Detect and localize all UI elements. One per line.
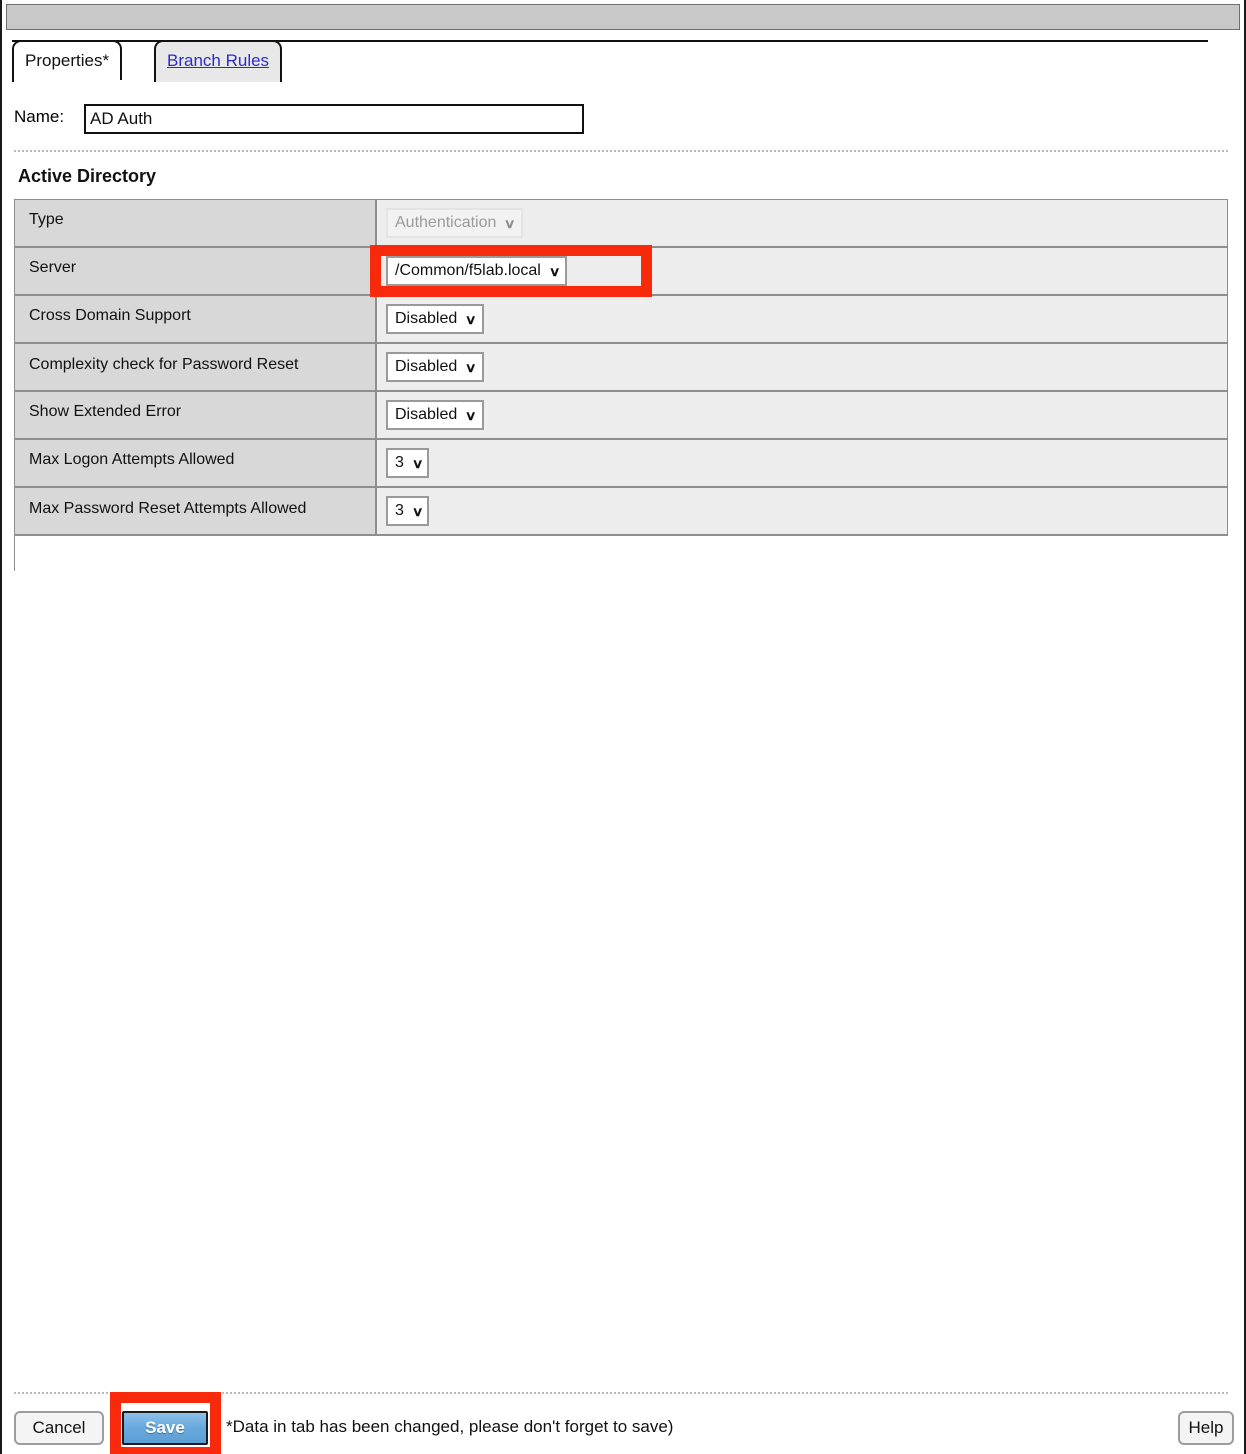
- row-value: Disabled ∨: [377, 296, 1228, 342]
- name-input[interactable]: [84, 104, 584, 134]
- table-row: Show Extended Error Disabled ∨: [15, 392, 1228, 440]
- table-row: Max Password Reset Attempts Allowed 3 ∨: [15, 488, 1228, 536]
- tabstrip: Properties* Branch Rules: [2, 40, 1244, 82]
- tab-branch-rules[interactable]: Branch Rules: [154, 40, 283, 82]
- max-password-reset-attempts-select[interactable]: 3 ∨: [386, 496, 430, 526]
- row-value: Authentication ∨: [377, 200, 1228, 246]
- max-logon-attempts-select[interactable]: 3 ∨: [386, 448, 430, 478]
- max-logon-attempts-value: 3: [395, 454, 404, 471]
- properties-table: Type Authentication ∨ Server /Common/f5l…: [14, 199, 1228, 571]
- complexity-check-select[interactable]: Disabled ∨: [386, 352, 484, 382]
- type-select[interactable]: Authentication ∨: [386, 208, 523, 238]
- chevron-down-icon: ∨: [504, 215, 517, 231]
- complexity-check-value: Disabled: [395, 358, 458, 375]
- tab-properties[interactable]: Properties*: [12, 40, 123, 82]
- tab-properties-label: Properties*: [25, 51, 110, 70]
- row-value: Disabled ∨: [377, 392, 1228, 438]
- server-select[interactable]: /Common/f5lab.local ∨: [386, 256, 568, 286]
- row-label: Max Logon Attempts Allowed: [15, 440, 377, 486]
- help-button[interactable]: Help: [1178, 1411, 1234, 1445]
- chevron-down-icon: ∨: [465, 359, 477, 375]
- max-password-reset-attempts-value: 3: [395, 502, 404, 519]
- cancel-button[interactable]: Cancel: [14, 1411, 104, 1445]
- cross-domain-support-value: Disabled: [395, 310, 458, 327]
- name-label: Name:: [14, 107, 65, 126]
- table-row: Server /Common/f5lab.local ∨: [15, 248, 1228, 296]
- row-label: Complexity check for Password Reset: [15, 344, 377, 390]
- tab-branch-rules-label: Branch Rules: [167, 51, 270, 70]
- save-button[interactable]: Save: [122, 1411, 208, 1445]
- active-tab-mask: [14, 80, 146, 83]
- section-title: Active Directory: [18, 166, 157, 186]
- row-label: Max Password Reset Attempts Allowed: [15, 488, 377, 534]
- show-extended-error-value: Disabled: [395, 406, 458, 423]
- divider-top: [14, 150, 1228, 152]
- table-row: Complexity check for Password Reset Disa…: [15, 344, 1228, 392]
- chevron-down-icon: ∨: [411, 503, 424, 519]
- unsaved-changes-note: *Data in tab has been changed, please do…: [226, 1417, 674, 1436]
- server-select-value: /Common/f5lab.local: [395, 262, 541, 279]
- row-value: 3 ∨: [377, 440, 1228, 486]
- table-row: Max Logon Attempts Allowed 3 ∨: [15, 440, 1228, 488]
- window-titlebar: [6, 4, 1240, 30]
- show-extended-error-select[interactable]: Disabled ∨: [386, 400, 484, 430]
- row-label: Show Extended Error: [15, 392, 377, 438]
- type-select-value: Authentication: [395, 214, 497, 231]
- chevron-down-icon: ∨: [465, 311, 477, 327]
- table-row: Cross Domain Support Disabled ∨: [15, 296, 1228, 344]
- row-label: Type: [15, 200, 377, 246]
- cross-domain-support-select[interactable]: Disabled ∨: [386, 304, 484, 334]
- divider-bottom: [14, 1392, 1228, 1394]
- row-value: /Common/f5lab.local ∨: [377, 248, 1228, 294]
- row-label: Server: [15, 248, 377, 294]
- footer-bar: Cancel Save *Data in tab has been change…: [2, 1400, 1244, 1454]
- row-label: Cross Domain Support: [15, 296, 377, 342]
- chevron-down-icon: ∨: [548, 263, 561, 279]
- dialog-panel: Properties* Branch Rules Name: Active Di…: [0, 0, 1246, 1454]
- table-row: Type Authentication ∨: [15, 200, 1228, 248]
- chevron-down-icon: ∨: [411, 455, 424, 471]
- row-value: 3 ∨: [377, 488, 1228, 534]
- chevron-down-icon: ∨: [465, 407, 477, 423]
- row-value: Disabled ∨: [377, 344, 1228, 390]
